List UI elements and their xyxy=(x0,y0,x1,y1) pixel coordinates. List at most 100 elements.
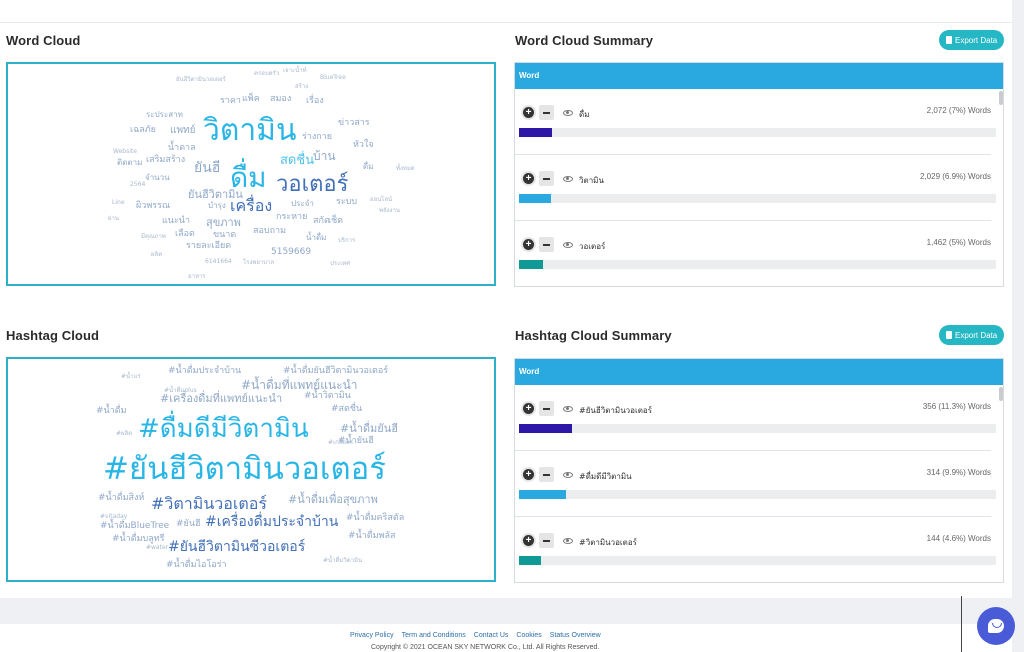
contact-us-link[interactable]: Contact Us xyxy=(474,632,509,639)
cloud-word[interactable]: ผิวพรรณ xyxy=(136,202,170,211)
hashtag-word[interactable]: #ดื่มดีมีวิตามิน xyxy=(138,416,309,442)
expand-button[interactable]: + xyxy=(521,467,536,482)
hashtag-word[interactable]: #water xyxy=(146,545,168,551)
hashtag-word[interactable]: #น้ำวิตามิน xyxy=(304,392,351,401)
cloud-word[interactable]: ดื่ม xyxy=(363,163,373,171)
scrollbar[interactable] xyxy=(999,387,1003,401)
cloud-word[interactable]: ยันฮีวิตามินวอเตอร์ xyxy=(176,77,226,83)
hashtag-word[interactable]: #เครื่องดื่มที่แพทย์แนะนำ xyxy=(160,393,282,404)
cloud-word[interactable]: ประจำ xyxy=(291,200,314,208)
cloud-word[interactable]: เรื่อง xyxy=(306,97,324,106)
scrollbar[interactable] xyxy=(999,91,1003,105)
cloud-word[interactable]: มีคุณภาพ xyxy=(141,234,166,240)
cloud-word[interactable]: สดชื่น xyxy=(280,154,314,167)
cloud-word[interactable]: ออนไลน์ xyxy=(370,197,392,203)
cloud-word[interactable]: เสริมสร้าง xyxy=(146,156,185,165)
hashtag-word[interactable]: #น้ำดื่มสิงห์ xyxy=(98,494,144,503)
cloud-word[interactable]: แนะนำ xyxy=(162,217,190,226)
remove-button[interactable] xyxy=(539,171,554,186)
hashtag-word[interactable]: #น้ำดื่มวิตามิน xyxy=(323,558,362,564)
cloud-word[interactable]: ร่างกาย xyxy=(302,133,332,142)
hashtag-word[interactable]: #สดชื่น xyxy=(331,405,362,414)
hashtag-word[interactable]: #ผลิต xyxy=(116,431,132,437)
cloud-word[interactable]: ยันฮีวิตามิน xyxy=(188,189,243,200)
cloud-word[interactable]: ราคา xyxy=(220,97,241,106)
hashtag-word[interactable]: #เครื่องดื่มประจำบ้าน xyxy=(205,515,338,529)
hashtag-word[interactable]: #ยันฮี xyxy=(176,520,200,529)
hashtag-word[interactable]: #เกลือแร่ xyxy=(328,440,353,446)
hashtag-word[interactable]: #น้ำดื่มประจำบ้าน xyxy=(168,367,241,376)
remove-button[interactable] xyxy=(539,237,554,252)
expand-button[interactable]: + xyxy=(521,237,536,252)
cloud-word[interactable]: ผลิต xyxy=(151,252,162,258)
cloud-word[interactable]: เฉลภัย xyxy=(130,126,156,135)
cookies-link[interactable]: Cookies xyxy=(516,632,541,639)
terms-link[interactable]: Term and Conditions xyxy=(402,632,466,639)
hashtag-word[interactable]: #น้ำดื่มไอโอร่า xyxy=(166,561,227,570)
cloud-word[interactable]: ประเทศ xyxy=(330,261,350,267)
cloud-word[interactable]: วิตามิน xyxy=(203,116,296,146)
hashtag-word[interactable]: #น้ำดื่มBlueTree xyxy=(100,522,169,531)
hashtag-word[interactable]: #น้ำดื่มพลัส xyxy=(348,532,395,541)
hashtag-word[interactable]: #น้ำดื่มคริสตัล xyxy=(346,514,404,523)
cloud-word[interactable]: กระหาย xyxy=(276,213,307,222)
cloud-word[interactable]: น้ำดาล xyxy=(168,144,196,153)
view-button[interactable] xyxy=(560,401,575,416)
chat-button[interactable] xyxy=(977,607,1015,645)
cloud-word[interactable]: ระบบ xyxy=(336,198,357,207)
cloud-word[interactable]: จำนวน xyxy=(145,174,170,182)
cloud-word[interactable]: BlueTree xyxy=(320,75,346,81)
cloud-word[interactable]: ทั้งหมด xyxy=(396,166,415,172)
cloud-word[interactable]: ระประสาท xyxy=(146,111,183,119)
export-data-button[interactable]: Export Data xyxy=(939,325,1005,345)
cloud-word[interactable]: ครอบครัว xyxy=(254,71,279,77)
view-button[interactable] xyxy=(560,533,575,548)
cloud-word[interactable]: ผ่าน xyxy=(108,216,119,222)
cloud-word[interactable]: 2564 xyxy=(130,182,145,188)
export-data-button[interactable]: Export Data xyxy=(939,30,1005,50)
hashtag-word[interactable]: #วิตามินวอเตอร์ xyxy=(151,496,267,512)
hashtag-word[interactable]: #ยันฮีวิตามินวอเตอร์ xyxy=(103,454,386,485)
hashtag-word[interactable]: #ยันฮีวิตามินซีวอเตอร์ xyxy=(168,540,305,554)
cloud-word[interactable]: ข่าวสาร xyxy=(338,119,370,128)
view-button[interactable] xyxy=(560,237,575,252)
cloud-word[interactable]: 5159669 xyxy=(271,248,311,257)
cloud-word[interactable]: พลังงาน xyxy=(379,208,400,214)
hashtag-word[interactable]: #น้ำดื่มยันฮี xyxy=(340,423,398,434)
cloud-word[interactable]: บำรุง xyxy=(208,202,226,210)
cloud-word[interactable]: วอเตอร์ xyxy=(276,174,348,196)
cloud-word[interactable]: Website xyxy=(113,149,137,155)
cloud-word[interactable]: บริการ xyxy=(338,238,355,244)
hashtag-word[interactable]: #น้ำดื่มเพื่อสุขภาพ xyxy=(288,494,378,505)
expand-button[interactable]: + xyxy=(521,171,536,186)
view-button[interactable] xyxy=(560,467,575,482)
cloud-word[interactable]: สมอง xyxy=(270,95,291,104)
expand-button[interactable]: + xyxy=(521,533,536,548)
cloud-word[interactable]: แพ็ค xyxy=(242,95,260,104)
cloud-word[interactable]: โรงพยาบาล xyxy=(243,260,274,266)
status-overview-link[interactable]: Status Overview xyxy=(550,632,601,639)
remove-button[interactable] xyxy=(539,467,554,482)
hashtag-word[interactable]: #น้ำดื่ม xyxy=(96,407,127,416)
cloud-word[interactable]: สุขภาพ xyxy=(206,217,241,228)
remove-button[interactable] xyxy=(539,401,554,416)
view-button[interactable] xyxy=(560,105,575,120)
privacy-policy-link[interactable]: Privacy Policy xyxy=(350,632,394,639)
remove-button[interactable] xyxy=(539,533,554,548)
cloud-word[interactable]: ขนาด xyxy=(213,231,236,240)
cloud-word[interactable]: ยันฮี xyxy=(194,161,220,175)
expand-button[interactable]: + xyxy=(521,105,536,120)
remove-button[interactable] xyxy=(539,105,554,120)
cloud-word[interactable]: อาหาร xyxy=(188,274,206,280)
cloud-word[interactable]: Line xyxy=(112,200,125,206)
cloud-word[interactable]: เช็ด xyxy=(328,217,343,226)
cloud-word[interactable]: 6141664 xyxy=(205,259,232,265)
hashtag-word[interactable]: #น้ำดื่มplus xyxy=(164,388,197,394)
cloud-word[interactable]: รายละเอียด xyxy=(186,242,231,251)
hashtag-word[interactable]: #น้ำดื่มบลูทรี xyxy=(112,535,165,544)
hashtag-word[interactable]: #vitaday xyxy=(100,514,127,520)
cloud-word[interactable]: เลือด xyxy=(175,230,195,239)
hashtag-word[interactable]: #น้ำแร่ xyxy=(121,374,141,380)
cloud-word[interactable]: หัวใจ xyxy=(353,141,374,150)
cloud-word[interactable]: ติดตาม xyxy=(117,159,142,167)
